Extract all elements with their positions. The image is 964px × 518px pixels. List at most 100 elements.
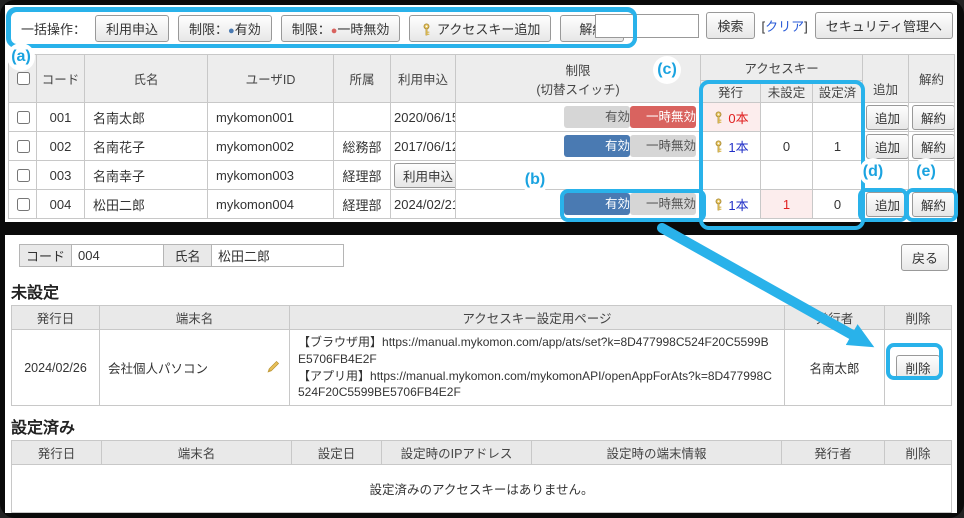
cell-issued: 1本 bbox=[701, 190, 761, 219]
code-label: コード bbox=[20, 245, 72, 267]
col-header-delete: 削除 bbox=[885, 441, 952, 465]
cell-user-id: mykomon004 bbox=[208, 190, 334, 219]
col-header-setup-page: アクセスキー設定用ページ bbox=[290, 306, 785, 330]
clear-bracket-close: ] bbox=[804, 19, 808, 34]
col-header-code: コード bbox=[37, 55, 85, 103]
add-key-button[interactable]: 追加 bbox=[866, 134, 909, 159]
search-area: 検索 [クリア] セキュリティ管理へ bbox=[595, 12, 953, 39]
col-header-cancel: 解約 bbox=[909, 55, 955, 103]
add-key-button[interactable]: 追加 bbox=[866, 105, 909, 130]
col-header-name: 氏名 bbox=[85, 55, 208, 103]
cell-dept: 総務部 bbox=[334, 132, 391, 161]
access-key-detail-panel: コード 004 氏名 松田二郎 戻る 未設定 発行日 端末名 アクセスキー設定用… bbox=[5, 235, 957, 513]
cell-user-id: mykomon002 bbox=[208, 132, 334, 161]
cell-issue-date: 2024/02/26 bbox=[12, 330, 100, 406]
cell-set-count bbox=[813, 103, 863, 132]
set-keys-table: 発行日 端末名 設定日 設定時のIPアドレス 設定時の端末情報 発行者 削除 設… bbox=[11, 440, 952, 513]
row-checkbox[interactable] bbox=[17, 169, 30, 182]
cancel-button[interactable]: 解約 bbox=[912, 134, 955, 159]
select-all-checkbox[interactable] bbox=[17, 72, 30, 85]
col-header-dept: 所属 bbox=[334, 55, 391, 103]
cell-unset-count bbox=[761, 161, 813, 190]
toggle-enable[interactable]: 有効 bbox=[564, 106, 630, 128]
cell-limit-toggle: 有効一時無効 bbox=[456, 190, 701, 219]
toggle-disable[interactable]: 一時無効 bbox=[630, 193, 696, 215]
cell-user-id: mykomon001 bbox=[208, 103, 334, 132]
cell-unset-count bbox=[761, 103, 813, 132]
col-header-add: 追加 bbox=[863, 55, 909, 103]
cell-name: 名南花子 bbox=[85, 132, 208, 161]
col-header-delete: 削除 bbox=[885, 306, 952, 330]
empty-message: 設定済みのアクセスキーはありません。 bbox=[12, 465, 952, 513]
browser-url-label: 【ブラウザ用】 bbox=[298, 335, 382, 349]
key-icon bbox=[712, 110, 725, 125]
col-header-limit: 制限(切替スイッチ) bbox=[456, 55, 701, 103]
cancel-button[interactable]: 解約 bbox=[912, 105, 955, 130]
cell-dept: 経理部 bbox=[334, 190, 391, 219]
row-checkbox[interactable] bbox=[17, 111, 30, 124]
row-checkbox[interactable] bbox=[17, 140, 30, 153]
bulk-limit-disable-button[interactable]: 制限：●一時無効 bbox=[281, 15, 401, 42]
cancel-button[interactable]: 解約 bbox=[912, 192, 955, 217]
bulk-actions-label: 一括操作： bbox=[21, 19, 86, 38]
unset-key-row: 2024/02/26 会社個人パソコン 【ブラウザ用】https://manua… bbox=[12, 330, 952, 406]
toggle-enable[interactable]: 有効 bbox=[564, 135, 630, 157]
issued-count[interactable]: 1本 bbox=[728, 195, 748, 214]
limit-header-line1: 制限 bbox=[459, 60, 697, 79]
app-url-label: 【アプリ用】 bbox=[298, 369, 370, 383]
issued-count[interactable]: 1本 bbox=[728, 137, 748, 156]
row-checkbox[interactable] bbox=[17, 198, 30, 211]
bulk-limit-enable-button[interactable]: 制限：●有効 bbox=[178, 15, 272, 42]
cell-setup-page: 【ブラウザ用】https://manual.mykomon.com/app/at… bbox=[290, 330, 785, 406]
security-management-button[interactable]: セキュリティ管理へ bbox=[815, 12, 953, 39]
bulk-add-access-key-button[interactable]: アクセスキー追加 bbox=[409, 15, 551, 42]
search-input[interactable] bbox=[595, 14, 699, 38]
bulk-apply-button[interactable]: 利用申込 bbox=[95, 15, 169, 42]
user-row-003: 003 名南幸子 mykomon003 経理部 利用申込 bbox=[9, 161, 955, 190]
clear-link[interactable]: [クリア] bbox=[762, 16, 808, 35]
cell-issued: 0本 bbox=[701, 103, 761, 132]
blue-dot-icon: ● bbox=[228, 25, 235, 37]
key-icon bbox=[712, 197, 725, 212]
col-header-issue-date: 発行日 bbox=[12, 306, 100, 330]
limit-disable-prefix: 制限： bbox=[292, 22, 331, 37]
clear-label[interactable]: クリア bbox=[765, 19, 804, 34]
cell-limit-toggle: 有効一時無効 bbox=[456, 132, 701, 161]
col-header-user-id: ユーザID bbox=[208, 55, 334, 103]
bulk-actions-toolbar: 一括操作： 利用申込 制限：●有効 制限：●一時無効 アクセスキー追加 解約 bbox=[7, 8, 637, 48]
cell-name: 名南幸子 bbox=[85, 161, 208, 190]
search-button[interactable]: 検索 bbox=[706, 12, 754, 39]
col-header-issue-date: 発行日 bbox=[12, 441, 102, 465]
cell-user-id: mykomon003 bbox=[208, 161, 334, 190]
cell-set-count bbox=[813, 161, 863, 190]
toggle-enable[interactable]: 有効 bbox=[564, 193, 630, 215]
apply-button[interactable]: 利用申込 bbox=[394, 163, 456, 188]
device-name: 会社個人パソコン bbox=[108, 358, 208, 377]
toggle-disable[interactable]: 一時無効 bbox=[630, 106, 696, 128]
cell-code: 003 bbox=[37, 161, 85, 190]
cell-apply-date: 2020/06/15 bbox=[391, 103, 456, 132]
screenshot-frame: 一括操作： 利用申込 制限：●有効 制限：●一時無効 アクセスキー追加 解約 検… bbox=[0, 0, 964, 518]
col-header-device: 端末名 bbox=[100, 306, 290, 330]
cell-dept bbox=[334, 103, 391, 132]
add-access-key-label: アクセスキー追加 bbox=[437, 22, 540, 37]
cell-device: 会社個人パソコン bbox=[100, 330, 290, 406]
toggle-disable[interactable]: 一時無効 bbox=[630, 135, 696, 157]
delete-key-button[interactable]: 削除 bbox=[896, 355, 939, 380]
add-key-button[interactable]: 追加 bbox=[866, 192, 909, 217]
cell-add bbox=[863, 161, 909, 190]
cell-code: 001 bbox=[37, 103, 85, 132]
empty-row: 設定済みのアクセスキーはありません。 bbox=[12, 465, 952, 513]
col-header-set: 設定済 bbox=[813, 81, 863, 103]
col-header-device-info: 設定時の端末情報 bbox=[532, 441, 782, 465]
col-header-access-key-group: アクセスキー bbox=[701, 55, 863, 81]
key-icon bbox=[712, 139, 725, 154]
edit-device-name-icon[interactable] bbox=[266, 359, 281, 377]
col-header-ip: 設定時のIPアドレス bbox=[382, 441, 532, 465]
col-header-apply: 利用申込 bbox=[391, 55, 456, 103]
user-row-004: 004 松田二郎 mykomon004 経理部 2024/02/21 有効一時無… bbox=[9, 190, 955, 219]
cell-dept: 経理部 bbox=[334, 161, 391, 190]
select-all-cell bbox=[9, 55, 37, 103]
back-button[interactable]: 戻る bbox=[901, 244, 949, 271]
cell-cancel bbox=[909, 161, 955, 190]
